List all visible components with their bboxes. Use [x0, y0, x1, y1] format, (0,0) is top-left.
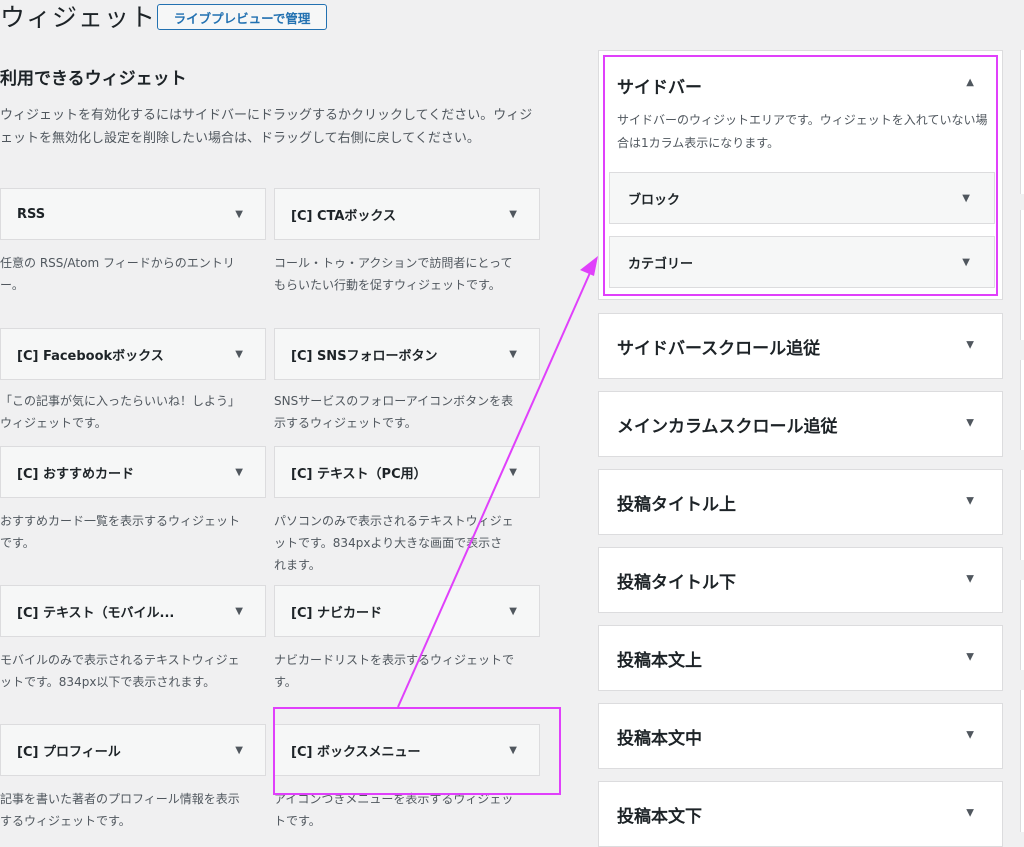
chevron-down-icon[interactable]: ▼ — [966, 417, 974, 428]
area-post-title-above[interactable]: 投稿タイトル上 ▼ — [598, 469, 1003, 535]
chevron-down-icon[interactable]: ▼ — [509, 467, 517, 478]
chevron-down-icon[interactable]: ▼ — [962, 193, 970, 204]
chevron-up-icon[interactable]: ▲ — [966, 77, 974, 88]
widget-description: 「この記事が気に入ったらいいね！しよう」ウィジェットです。 — [0, 394, 241, 430]
widget-title: ブロック — [628, 192, 681, 208]
widget-rss[interactable]: RSS ▼ — [0, 188, 266, 240]
widget-recommend-card[interactable]: [C] おすすめカード ▼ — [0, 446, 266, 498]
right-column-edge — [1020, 470, 1024, 560]
widget-facebook-box[interactable]: [C] Facebookボックス ▼ — [0, 328, 266, 380]
chevron-down-icon[interactable]: ▼ — [966, 651, 974, 662]
widget-description: SNSサービスのフォローアイコンボタンを表示するウィジェットです。 — [274, 394, 514, 430]
sidebar-widget-block[interactable]: ブロック ▼ — [609, 172, 995, 224]
chevron-down-icon[interactable]: ▼ — [235, 745, 243, 756]
drag-arrow-head-icon — [580, 256, 598, 276]
widget-title: RSS — [17, 206, 46, 222]
widget-title: [C] SNSフォローボタン — [291, 348, 438, 364]
area-post-body-above[interactable]: 投稿本文上 ▼ — [598, 625, 1003, 691]
right-column-edge — [1020, 690, 1024, 832]
area-post-body-middle[interactable]: 投稿本文中 ▼ — [598, 703, 1003, 769]
area-title: 投稿本文下 — [617, 806, 702, 827]
widget-sns-follow[interactable]: [C] SNSフォローボタン ▼ — [274, 328, 540, 380]
available-widgets-intro: ウィジェットを有効化するにはサイドバーにドラッグするかクリックしてください。ウィ… — [0, 108, 533, 146]
widget-title: [C] プロフィール — [17, 744, 121, 760]
chevron-down-icon[interactable]: ▼ — [962, 257, 970, 268]
widget-title: [C] ボックスメニュー — [291, 744, 421, 760]
widget-title: [C] ナビカード — [291, 605, 382, 621]
page-title: ウィジェット — [0, 3, 157, 32]
chevron-down-icon[interactable]: ▼ — [966, 729, 974, 740]
widget-title: [C] CTAボックス — [291, 208, 397, 224]
right-column-edge — [1020, 210, 1024, 340]
widget-navi-card[interactable]: [C] ナビカード ▼ — [274, 585, 540, 637]
area-title: 投稿タイトル下 — [617, 572, 736, 593]
widget-description: ナビカードリストを表示するウィジェットです。 — [274, 653, 515, 689]
sidebar-widget-category[interactable]: カテゴリー ▼ — [609, 236, 995, 288]
widget-title: [C] テキスト（PC用） — [291, 466, 427, 482]
right-column-edge — [1020, 360, 1024, 450]
chevron-down-icon[interactable]: ▼ — [235, 467, 243, 478]
area-title: 投稿タイトル上 — [617, 494, 736, 515]
right-column-edge — [1020, 50, 1024, 194]
chevron-down-icon[interactable]: ▼ — [235, 349, 243, 360]
chevron-down-icon[interactable]: ▼ — [509, 209, 517, 220]
widget-text-mobile[interactable]: [C] テキスト（モバイル... ▼ — [0, 585, 266, 637]
area-title: メインカラムスクロール追従 — [617, 416, 838, 437]
area-post-body-below[interactable]: 投稿本文下 ▼ — [598, 781, 1003, 847]
widget-description: 記事を書いた著者のプロフィール情報を表示するウィジェットです。 — [0, 792, 240, 828]
sidebar-area-description: サイドバーのウィジットエリアです。ウィジェットを入れていない場合は1カラム表示に… — [617, 113, 988, 150]
chevron-down-icon[interactable]: ▼ — [235, 209, 243, 220]
available-widgets-heading: 利用できるウィジェット — [0, 69, 187, 89]
widget-description: コール・トゥ・アクションで訪問者にとってもらいたい行動を促すウィジェットです。 — [274, 256, 513, 292]
area-title: サイドバースクロール追従 — [617, 338, 821, 359]
widget-title: [C] Facebookボックス — [17, 348, 164, 364]
chevron-down-icon[interactable]: ▼ — [966, 573, 974, 584]
area-title: 投稿本文中 — [617, 728, 702, 749]
chevron-down-icon[interactable]: ▼ — [966, 339, 974, 350]
sidebar-widget-area[interactable]: サイドバー ▲ サイドバーのウィジットエリアです。ウィジェットを入れていない場合… — [598, 50, 1003, 300]
widget-title: カテゴリー — [628, 256, 694, 272]
widget-box-menu[interactable]: [C] ボックスメニュー ▼ — [274, 724, 540, 776]
chevron-down-icon[interactable]: ▼ — [235, 606, 243, 617]
widget-description: 任意の RSS/Atom フィードからのエントリー。 — [0, 256, 235, 292]
widget-profile[interactable]: [C] プロフィール ▼ — [0, 724, 266, 776]
chevron-down-icon[interactable]: ▼ — [509, 606, 517, 617]
area-post-title-below[interactable]: 投稿タイトル下 ▼ — [598, 547, 1003, 613]
widget-cta-box[interactable]: [C] CTAボックス ▼ — [274, 188, 540, 240]
chevron-down-icon[interactable]: ▼ — [966, 495, 974, 506]
area-sidebar-scroll[interactable]: サイドバースクロール追従 ▼ — [598, 313, 1003, 379]
widget-description: モバイルのみで表示されるテキストウィジェットです。834px以下で表示されます。 — [0, 653, 240, 689]
chevron-down-icon[interactable]: ▼ — [966, 807, 974, 818]
chevron-down-icon[interactable]: ▼ — [509, 745, 517, 756]
widget-description: アイコンつきメニューを表示するウィジェットです。 — [274, 792, 514, 828]
widget-title: [C] テキスト（モバイル... — [17, 605, 175, 621]
widget-description: パソコンのみで表示されるテキストウィジェットです。834pxより大きな画面で表示… — [274, 514, 514, 572]
widget-text-pc[interactable]: [C] テキスト（PC用） ▼ — [274, 446, 540, 498]
chevron-down-icon[interactable]: ▼ — [509, 349, 517, 360]
live-preview-manage-button[interactable]: ライブプレビューで管理 — [157, 4, 327, 30]
right-column-edge — [1020, 580, 1024, 670]
sidebar-area-title[interactable]: サイドバー — [617, 73, 702, 98]
widget-title: [C] おすすめカード — [17, 466, 134, 482]
widget-description: おすすめカード一覧を表示するウィジェットです。 — [0, 514, 241, 550]
area-main-scroll[interactable]: メインカラムスクロール追従 ▼ — [598, 391, 1003, 457]
area-title: 投稿本文上 — [617, 650, 702, 671]
